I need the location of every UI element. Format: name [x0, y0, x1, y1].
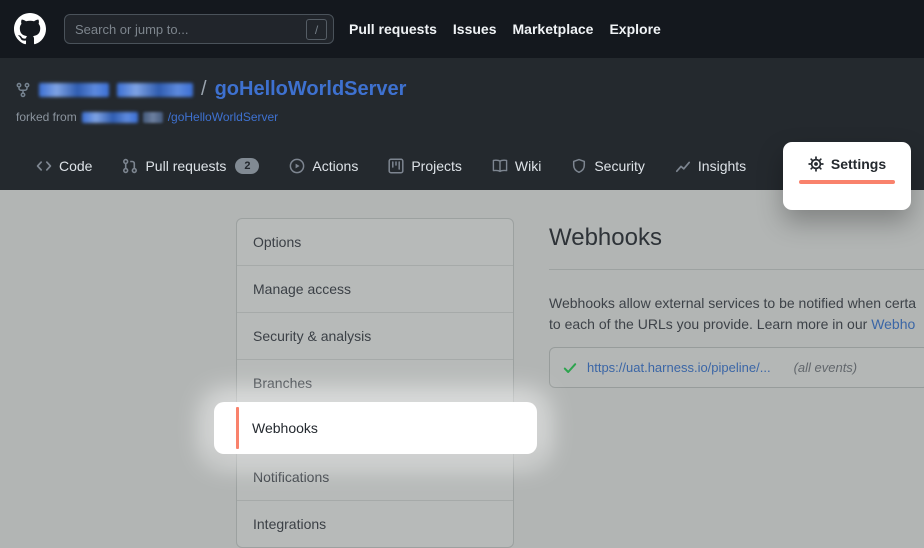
redacted-owner-block [117, 83, 193, 97]
git-pull-request-icon [122, 158, 138, 174]
sidebar-item-options[interactable]: Options [237, 219, 513, 265]
tab-insights[interactable]: Insights [675, 158, 746, 174]
webhooks-spotlight: Webhooks [214, 402, 537, 454]
tab-label: Settings [831, 156, 886, 172]
tab-projects[interactable]: Projects [388, 158, 462, 174]
tab-code[interactable]: Code [36, 158, 92, 174]
repo-separator: / [201, 78, 207, 101]
redacted-source-owner-block [143, 112, 163, 123]
tab-wiki[interactable]: Wiki [492, 158, 541, 174]
repo-forked-icon [15, 82, 31, 98]
project-board-icon [388, 158, 404, 174]
top-nav: / Pull requests Issues Marketplace Explo… [0, 0, 924, 58]
nav-link-pull-requests[interactable]: Pull requests [349, 21, 437, 37]
repo-name-link[interactable]: goHelloWorldServer [215, 78, 407, 101]
github-logo-link[interactable] [14, 13, 46, 45]
settings-tab-spotlight: Settings [783, 142, 911, 210]
webhook-row: https://uat.harness.io/pipeline/... (all… [549, 347, 924, 388]
github-mark-icon [14, 13, 46, 45]
active-item-accent-bar [236, 407, 239, 449]
forked-repo-link[interactable]: /goHelloWorldServer [168, 110, 279, 124]
title-divider [549, 269, 924, 270]
top-nav-links: Pull requests Issues Marketplace Explore [349, 0, 661, 58]
code-icon [36, 158, 52, 174]
nav-link-explore[interactable]: Explore [609, 21, 660, 37]
slash-shortcut-hint: / [306, 19, 327, 40]
redacted-owner-block [39, 83, 109, 97]
nav-link-issues[interactable]: Issues [453, 21, 497, 37]
tab-label: Actions [312, 158, 358, 174]
sidebar-item-integrations[interactable]: Integrations [237, 500, 513, 547]
settings-sidebar: Options Manage access Security & analysi… [236, 218, 514, 548]
tab-pull-requests[interactable]: Pull requests 2 [122, 158, 259, 174]
book-icon [492, 158, 508, 174]
sidebar-item-branches[interactable]: Branches [237, 359, 513, 406]
sidebar-item-manage-access[interactable]: Manage access [237, 265, 513, 312]
tab-label: Security [594, 158, 645, 174]
shield-icon [571, 158, 587, 174]
tab-security[interactable]: Security [571, 158, 645, 174]
description-line-2: to each of the URLs you provide. Learn m… [549, 316, 871, 332]
tab-settings[interactable]: Settings [808, 156, 886, 172]
selected-tab-underline [799, 180, 895, 184]
webhook-events-label: (all events) [794, 360, 858, 375]
tab-label: Wiki [515, 158, 541, 174]
tab-label: Pull requests [145, 158, 226, 174]
forked-from-label: forked from [16, 110, 77, 124]
webhook-url-link[interactable]: https://uat.harness.io/pipeline/... [587, 360, 771, 375]
graph-icon [675, 158, 691, 174]
sidebar-item-webhooks-active[interactable]: Webhooks [252, 420, 318, 436]
tab-label: Projects [411, 158, 462, 174]
forked-from-line: forked from /goHelloWorldServer [16, 110, 278, 124]
webhooks-page-title: Webhooks [549, 224, 662, 252]
global-search-input[interactable] [64, 14, 334, 44]
pull-requests-count-badge: 2 [235, 158, 259, 174]
webhooks-description: Webhooks allow external services to be n… [549, 293, 924, 335]
sidebar-item-notifications[interactable]: Notifications [237, 453, 513, 500]
tab-label: Code [59, 158, 92, 174]
sidebar-item-security-analysis[interactable]: Security & analysis [237, 312, 513, 359]
play-icon [289, 158, 305, 174]
repo-title: / goHelloWorldServer [15, 78, 406, 101]
redacted-source-owner-block [82, 112, 138, 123]
check-icon [562, 360, 578, 376]
nav-link-marketplace[interactable]: Marketplace [513, 21, 594, 37]
webhooks-guide-link[interactable]: Webho [871, 316, 915, 332]
description-line-1: Webhooks allow external services to be n… [549, 293, 924, 314]
gear-icon [808, 156, 824, 172]
tab-actions[interactable]: Actions [289, 158, 358, 174]
tab-label: Insights [698, 158, 746, 174]
